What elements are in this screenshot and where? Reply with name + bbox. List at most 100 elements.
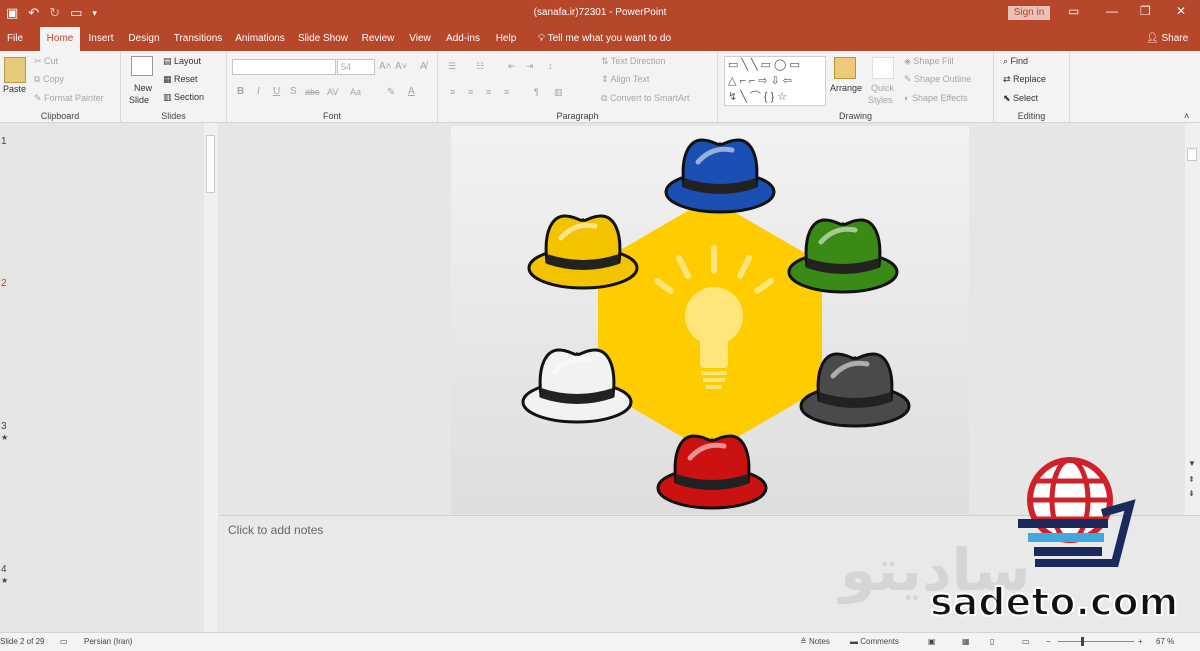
clear-formatting-icon[interactable]: A̸ <box>420 61 427 72</box>
shadow-icon[interactable]: S <box>290 86 297 97</box>
ribbon-display-options-icon[interactable]: ▭ <box>1068 4 1079 18</box>
select-button[interactable]: ⬉ Select <box>1003 93 1038 104</box>
find-button[interactable]: ⌕ Find <box>1003 56 1028 67</box>
cut-button[interactable]: ✂ Cut <box>34 56 58 67</box>
paragraph-label: Paragraph <box>556 111 599 121</box>
increase-indent-icon[interactable]: ⇥ <box>526 61 534 72</box>
strikethrough-icon[interactable]: abc <box>305 87 320 97</box>
thumbnails-scroll-thumb[interactable] <box>206 135 215 193</box>
text-direction-rtl-icon[interactable]: ¶ <box>534 87 539 97</box>
align-center-icon[interactable]: ≡ <box>468 87 473 97</box>
minimize-button[interactable]: — <box>1106 4 1118 18</box>
tab-design[interactable]: Design <box>124 27 164 51</box>
replace-icon: ⇄ <box>1003 74 1014 84</box>
spell-check-icon[interactable]: ▭ <box>60 637 68 646</box>
decrease-indent-icon[interactable]: ⇤ <box>508 61 516 72</box>
tab-home[interactable]: Home <box>40 27 80 51</box>
quick-styles-label-2: Styles <box>868 95 893 105</box>
section-button[interactable]: ▥ Section <box>163 92 204 103</box>
quick-styles-button[interactable]: Quick <box>871 83 894 93</box>
editor-scroll-thumb[interactable] <box>1187 148 1197 161</box>
arrange-icon[interactable] <box>834 57 856 79</box>
italic-icon[interactable]: I <box>257 86 260 97</box>
zoom-slider[interactable] <box>1058 641 1134 642</box>
font-color-icon[interactable]: A <box>408 86 415 97</box>
new-slide-label[interactable]: New <box>134 83 152 93</box>
character-spacing-icon[interactable]: AV <box>327 87 338 97</box>
align-right-icon[interactable]: ≡ <box>486 87 491 97</box>
thumbnails-scrollbar[interactable] <box>204 123 218 632</box>
tab-help[interactable]: Help <box>490 27 522 51</box>
collapse-ribbon-icon[interactable]: ˄ <box>1184 111 1189 121</box>
notes-toggle[interactable]: ≙ Notes <box>800 637 830 646</box>
tab-review[interactable]: Review <box>358 27 398 51</box>
thumbnail-number[interactable]: 4 <box>1 564 7 575</box>
increase-font-icon[interactable]: A˄ <box>379 61 392 72</box>
tab-add-ins[interactable]: Add-ins <box>442 27 484 51</box>
shape-outline-button[interactable]: ✎ Shape Outline <box>904 74 971 85</box>
text-direction-icon: ⇅ <box>601 56 611 66</box>
thumbnail-number[interactable]: 1 <box>1 136 7 147</box>
columns-icon[interactable]: ▥ <box>554 87 563 98</box>
justify-icon[interactable]: ≡ <box>504 87 509 97</box>
language-indicator[interactable]: Persian (Iran) <box>84 637 132 646</box>
reset-icon: ▦ <box>163 74 175 84</box>
paste-button[interactable]: Paste <box>3 84 26 94</box>
line-spacing-icon[interactable]: ↕ <box>548 61 553 71</box>
notes-placeholder[interactable]: Click to add notes <box>228 523 323 537</box>
tab-insert[interactable]: Insert <box>84 27 118 51</box>
ribbon: Paste ✂ Cut ⧉ Copy ✎ Format Painter Clip… <box>0 51 1200 123</box>
align-text-button[interactable]: ⇕ Align Text <box>601 74 649 85</box>
bullets-icon[interactable]: ☰ <box>448 61 456 72</box>
font-label: Font <box>322 111 341 121</box>
numbering-icon[interactable]: ☷ <box>476 61 484 72</box>
tab-slide-show[interactable]: Slide Show <box>295 27 351 51</box>
maximize-button[interactable]: ❐ <box>1140 4 1151 18</box>
tab-animations[interactable]: Animations <box>232 27 288 51</box>
underline-icon[interactable]: U <box>273 86 280 97</box>
copy-button[interactable]: ⧉ Copy <box>34 74 64 85</box>
format-painter-button[interactable]: ✎ Format Painter <box>34 93 104 104</box>
zoom-level[interactable]: 67 % <box>1156 637 1174 646</box>
normal-view-icon[interactable]: ▣ <box>928 637 936 646</box>
replace-button[interactable]: ⇄ Replace <box>1003 74 1046 85</box>
thumbnail-number[interactable]: 3 <box>1 421 7 432</box>
close-button[interactable]: ✕ <box>1176 4 1186 18</box>
tell-me-search[interactable]: 💡︎ Tell me what you want to do <box>538 27 671 51</box>
cursor-icon: ⬉ <box>1003 93 1014 103</box>
paste-icon[interactable] <box>4 57 26 83</box>
align-left-icon[interactable]: ≡ <box>450 87 455 97</box>
text-direction-button[interactable]: ⇅ Text Direction <box>601 56 665 67</box>
slide-sorter-icon[interactable]: ▦ <box>962 637 970 646</box>
tab-file[interactable]: File <box>0 27 30 51</box>
font-size-select[interactable]: 54 <box>337 59 375 75</box>
shapes-gallery[interactable]: ▭╲╲▭◯▭ △⌐⌐⇨⇩⇦ ↯╲⌒{}☆ <box>724 56 826 106</box>
font-name-select[interactable] <box>232 59 336 75</box>
comments-toggle[interactable]: ▬ Comments <box>850 637 899 646</box>
shape-effects-button[interactable]: ◐ Shape Effects <box>904 93 968 103</box>
slideshow-view-icon[interactable]: ▭ <box>1022 637 1030 646</box>
new-slide-icon[interactable] <box>131 56 153 76</box>
arrange-button[interactable]: Arrange <box>830 83 862 93</box>
tab-transitions[interactable]: Transitions <box>170 27 226 51</box>
sign-in-button[interactable]: Sign in <box>1008 6 1050 20</box>
layout-button[interactable]: ▤ Layout <box>163 56 201 67</box>
bold-icon[interactable]: B <box>237 86 244 97</box>
reset-button[interactable]: ▦ Reset <box>163 74 198 85</box>
zoom-out-button[interactable]: − <box>1046 637 1051 646</box>
share-button[interactable]: 👤︎ Share <box>1146 27 1188 51</box>
shape-fill-button[interactable]: ◈ Shape Fill <box>904 56 953 67</box>
zoom-in-button[interactable]: + <box>1138 637 1143 646</box>
quick-styles-icon[interactable] <box>872 57 894 79</box>
new-slide-label-2[interactable]: Slide <box>129 95 149 105</box>
pencil-icon: ✎ <box>904 74 915 84</box>
convert-smartart-button[interactable]: ⧉ Convert to SmartArt <box>601 93 689 104</box>
comment-icon: ▬ <box>850 637 861 646</box>
decrease-font-icon[interactable]: A˅ <box>395 61 408 72</box>
reading-view-icon[interactable]: ▯ <box>990 637 994 646</box>
highlight-icon[interactable]: ✎ <box>387 87 395 98</box>
zoom-slider-thumb[interactable] <box>1081 637 1084 646</box>
change-case-icon[interactable]: Aa <box>350 87 361 97</box>
tab-view[interactable]: View <box>405 27 435 51</box>
thumbnail-number[interactable]: 2 <box>1 278 7 289</box>
